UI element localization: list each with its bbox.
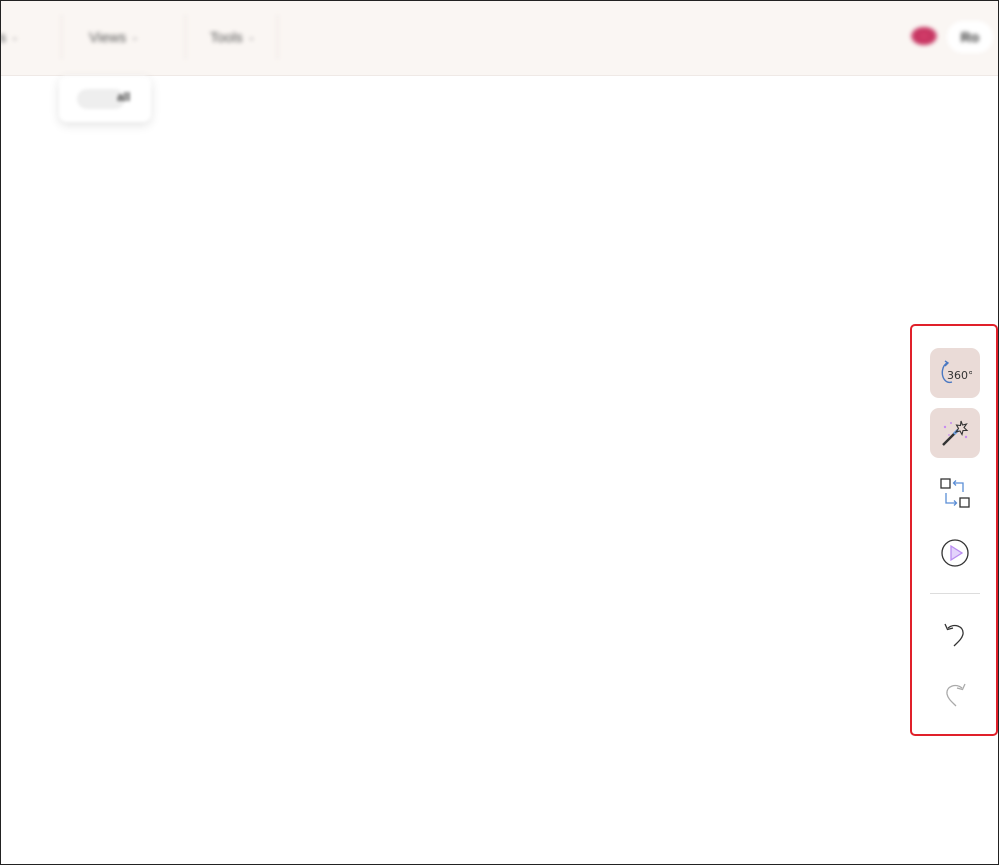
swap-icon — [940, 478, 970, 508]
toolbar-divider — [930, 593, 980, 594]
menu-item-partial[interactable]: s ⌄ — [1, 29, 19, 45]
undo-button[interactable] — [930, 609, 980, 659]
menubar-content: s ⌄ Views ⌄ Tools ⌄ Ro — [1, 1, 998, 75]
menu-divider — [185, 15, 186, 59]
language-flag-icon[interactable] — [911, 27, 937, 45]
chevron-down-icon: ⌄ — [247, 31, 256, 42]
chevron-down-icon: ⌄ — [11, 31, 19, 42]
app-window: s ⌄ Views ⌄ Tools ⌄ Ro all — [0, 0, 999, 865]
top-menubar: s ⌄ Views ⌄ Tools ⌄ Ro — [1, 1, 998, 76]
menu-item-tools[interactable]: Tools ⌄ — [210, 29, 255, 45]
magic-wand-button[interactable] — [930, 408, 980, 458]
menu-item-views[interactable]: Views ⌄ — [89, 29, 139, 45]
view-toggle-button[interactable]: all — [59, 76, 151, 122]
menu-divider — [61, 15, 62, 59]
menu-label: s — [1, 29, 6, 45]
user-initials: Ro — [960, 29, 980, 45]
rotate-360-button[interactable]: 360° — [930, 348, 980, 398]
play-button[interactable] — [930, 528, 980, 578]
menu-label: Views — [89, 29, 127, 45]
rotate-360-icon: 360° — [941, 360, 972, 384]
play-icon — [941, 539, 969, 567]
user-avatar-button[interactable]: Ro — [947, 21, 993, 53]
rotate-360-text: 360° — [947, 369, 972, 382]
undo-icon — [944, 623, 964, 647]
redo-icon — [946, 683, 966, 707]
right-toolbar: 360° — [910, 324, 998, 736]
swap-button[interactable] — [930, 468, 980, 518]
magic-wand-icon — [942, 420, 969, 446]
toggle-label: all — [117, 90, 131, 104]
menu-divider — [277, 15, 278, 59]
redo-button[interactable] — [930, 669, 980, 719]
menu-label: Tools — [210, 29, 243, 45]
chevron-down-icon: ⌄ — [131, 31, 139, 42]
